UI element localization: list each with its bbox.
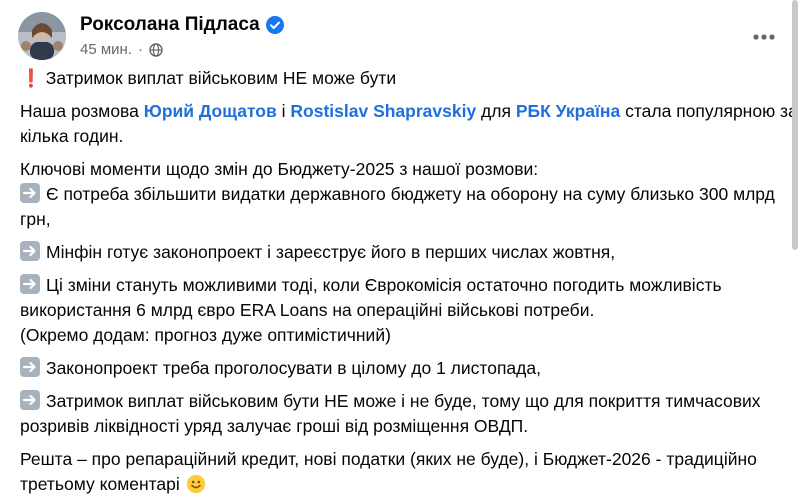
point-3-line-2: використання 6 млрд євро ERA Loans на оп…: [20, 300, 595, 320]
mention-link-2[interactable]: Rostislav Shapravskiy: [290, 101, 476, 121]
verified-badge-icon: [265, 16, 284, 34]
closing-line-2: третьому коментарі: [20, 472, 790, 497]
point-1-text-1: Є потреба збільшити видатки державного б…: [46, 184, 775, 204]
point-4-line-1: Законопроект треба проголосувати в цілом…: [20, 356, 790, 381]
point-3-line-3: (Окремо додам: прогноз дуже оптимістични…: [20, 325, 391, 345]
globe-icon[interactable]: [149, 42, 163, 57]
point-5: Затримок виплат військовим бути НЕ може …: [20, 389, 790, 439]
more-horizontal-icon: [753, 27, 775, 45]
intro-paragraph: Наша розмова Юрий Дощатов і Rostislav Sh…: [20, 99, 798, 149]
right-arrow-icon: [20, 357, 40, 377]
point-5-text-1: Затримок виплат військовим бути НЕ може …: [46, 391, 761, 411]
headline-paragraph: ❗ Затримок виплат військовим НЕ може бути: [20, 66, 790, 91]
point-2-text-1: Мінфін готує законопроект і зареєструє й…: [46, 242, 616, 262]
intro-conj-2: для: [476, 101, 516, 121]
right-arrow-icon: [20, 390, 40, 410]
point-1: Є потреба збільшити видатки державного б…: [20, 182, 790, 232]
author-avatar[interactable]: [18, 12, 66, 60]
point-1-line-2: грн,: [20, 209, 51, 229]
point-4: Законопроект треба проголосувати в цілом…: [20, 356, 790, 381]
point-3-line-1: Ці зміни стануть можливими тоді, коли Єв…: [20, 273, 790, 298]
right-arrow-icon: [20, 274, 40, 294]
post-body: ❗ Затримок виплат військовим НЕ може бути…: [20, 66, 798, 497]
closing-text-2: третьому коментарі: [20, 474, 180, 494]
right-arrow-icon: [20, 183, 40, 203]
mention-link-1[interactable]: Юрий Дощатов: [144, 101, 277, 121]
smile-emoji-icon: [186, 475, 205, 493]
mention-link-3[interactable]: РБК Україна: [516, 101, 620, 121]
point-3-text-1: Ці зміни стануть можливими тоді, коли Єв…: [46, 275, 722, 295]
point-4-text-1: Законопроект треба проголосувати в цілом…: [46, 358, 541, 378]
scrollbar[interactable]: [792, 0, 798, 250]
intro-suffix: стала популярною за: [620, 101, 798, 121]
meta-separator: ·: [138, 41, 143, 58]
closing-line-1: Решта – про репараційний кредит, нові по…: [20, 449, 757, 469]
intro-prefix: Наша розмова: [20, 101, 144, 121]
more-options-button[interactable]: [746, 18, 782, 54]
point-3: Ці зміни стануть можливими тоді, коли Єв…: [20, 273, 790, 348]
closing-paragraph: Решта – про репараційний кредит, нові по…: [20, 447, 790, 497]
headline-text: Затримок виплат військовим НЕ може бути: [45, 68, 397, 88]
author-name[interactable]: Роксолана Підласа: [80, 14, 260, 36]
key-points-title: Ключові моменти щодо змін до Бюджету-202…: [20, 159, 539, 179]
facebook-post: Роксолана Підласа 45 мин. · ❗ Затримок в…: [0, 0, 800, 494]
point-5-line-1: Затримок виплат військовим бути НЕ може …: [20, 389, 790, 414]
intro-line-2: кілька годин.: [20, 126, 124, 146]
point-2: Мінфін готує законопроект і зареєструє й…: [20, 240, 790, 265]
red-exclamation-icon: ❗: [20, 68, 42, 88]
post-meta: 45 мин. ·: [80, 41, 163, 58]
point-2-line-1: Мінфін готує законопроект і зареєструє й…: [20, 240, 790, 265]
intro-line-1: Наша розмова Юрий Дощатов і Rostislav Sh…: [20, 99, 798, 124]
post-time[interactable]: 45 мин.: [80, 41, 132, 58]
right-arrow-icon: [20, 241, 40, 261]
point-1-line-1: Є потреба збільшити видатки державного б…: [20, 182, 790, 207]
post-header: Роксолана Підласа 45 мин. ·: [14, 8, 794, 62]
point-5-line-2: розривів ліквідності уряд залучає гроші …: [20, 416, 529, 436]
intro-conj-1: і: [276, 101, 291, 121]
author-name-row: Роксолана Підласа: [80, 14, 284, 36]
